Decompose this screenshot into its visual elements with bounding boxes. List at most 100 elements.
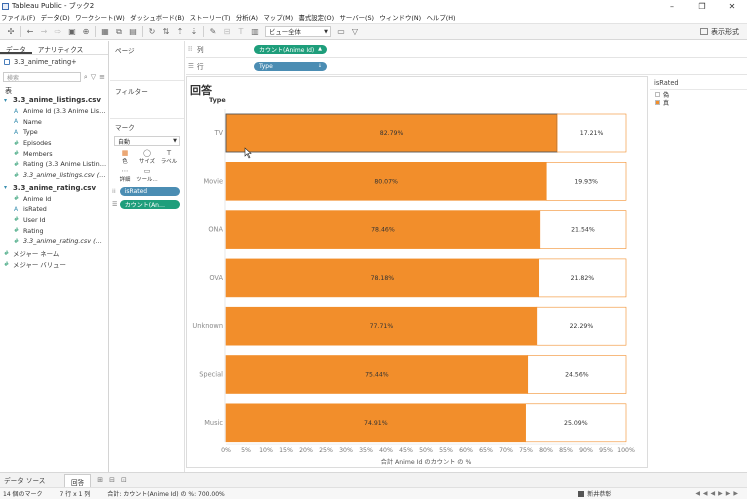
mark-type-value: 自動 (118, 138, 131, 146)
sort-ascending-icon[interactable]: ⇡ (173, 27, 187, 36)
search-input[interactable]: 検索 (3, 72, 81, 82)
bar-row-movie[interactable]: Movie 80.07% 19.93% (203, 162, 627, 201)
sort-descending-icon[interactable]: ⇣ (187, 27, 201, 36)
mark-type-select[interactable]: 自動 ▼ (114, 136, 180, 146)
table-name: 3.3_anime_rating.csv (13, 183, 97, 192)
rows-shelf[interactable]: ☰ 行 Type ↓ (186, 58, 747, 75)
field-item-anime-id-3-3-anime-lis[interactable]: A Anime Id (3.3 Anime Lis… (0, 106, 108, 117)
datasource-item[interactable]: 3.3_anime_rating+ (0, 55, 108, 68)
presentation-icon[interactable]: ▽ (348, 27, 362, 36)
forward-icon[interactable]: → (37, 27, 51, 36)
field-item-3-3-anime-listings-csv[interactable]: #3.3_anime_listings.csv (… (0, 170, 108, 181)
color-legend[interactable]: isRated 偽 真 (650, 76, 747, 116)
field-item-israted[interactable]: AisRated (0, 204, 108, 215)
bar-row-tv[interactable]: TV 82.79% 17.21% (213, 113, 627, 153)
view-options-icon[interactable]: ≡ (99, 73, 105, 81)
collapse-icon[interactable]: ▾ (4, 97, 13, 104)
fix-axes-icon[interactable]: ▥ (248, 27, 262, 36)
measure-item-1[interactable]: # メジャー バリュー (0, 259, 108, 270)
duplicate-sheet-icon[interactable]: ⧉ (112, 27, 126, 37)
field-item-user-id[interactable]: # User Id (0, 215, 108, 226)
field-label: Name (23, 117, 42, 126)
tooltip-icon: ▭ (143, 167, 151, 175)
menu-window[interactable]: ウィンドウ(N) (379, 13, 421, 22)
viz-area[interactable]: 0% 5% 10% 15% 20% 25% 30% 35% 40% 45% 50% 55% 60% 65%… (186, 76, 648, 468)
legend-item-true[interactable]: 真 (650, 98, 747, 107)
measure-field-icon: # (4, 261, 10, 269)
search-icon[interactable]: ⌕ (84, 73, 88, 82)
stacked-bar-chart[interactable]: 0% 5% 10% 15% 20% 25% 30% 35% 40% 45% 50% 55% 60% 65%… (187, 77, 649, 469)
bar-row-ova[interactable]: OVA 78.18% 21.82% (209, 258, 627, 298)
new-story-icon[interactable]: ⊡ (121, 476, 127, 484)
field-item-name[interactable]: A Name (0, 116, 108, 127)
bar-row-unknown[interactable]: Unknown 77.71% 22.29% (192, 306, 627, 346)
rows-pill[interactable]: Type ↓ (254, 61, 327, 71)
menu-data[interactable]: データ(D) (41, 13, 70, 22)
columns-shelf[interactable]: ⁞⁞ 列 カウント(Anime Id) ▲ (186, 41, 747, 58)
back-icon[interactable]: ← (23, 27, 37, 36)
sheet-nav-arrows[interactable]: ◀◀◀▶▶▶ (695, 490, 741, 497)
refresh-icon[interactable]: ↻ (145, 27, 159, 36)
menu-worksheet[interactable]: ワークシート(W) (75, 13, 125, 22)
redo-icon[interactable]: ⇨ (51, 27, 65, 36)
marks-detail-button[interactable]: ⋯ 詳細 (114, 167, 136, 183)
menu-map[interactable]: マップ(M) (263, 13, 293, 22)
menu-dashboard[interactable]: ダッシュボード(B) (130, 13, 184, 22)
marks-label-button[interactable]: T ラベル (158, 149, 180, 165)
filter-icon[interactable]: ▽ (91, 73, 96, 81)
table-item[interactable]: ▾ 3.3_anime_listings.csv (0, 95, 108, 106)
columns-shelf-label: 列 (197, 46, 204, 54)
swap-icon[interactable]: ⇅ (159, 27, 173, 36)
highlight-icon[interactable]: ✎ (206, 27, 220, 36)
datasource-tab[interactable]: データ ソース (0, 475, 64, 485)
collapse-icon[interactable]: ▾ (4, 184, 13, 191)
marks-pill-israted[interactable]: isRated (119, 187, 180, 196)
new-datasource-icon[interactable]: ⊕ (79, 27, 93, 36)
marks-tooltip-button[interactable]: ▭ ツール… (136, 167, 158, 183)
marks-pill-an[interactable]: カウント(An… (119, 200, 180, 209)
tableau-logo-icon[interactable]: ✣ (4, 27, 18, 36)
save-icon[interactable]: ▣ (65, 27, 79, 36)
field-item-rating-3-3-anime-listin[interactable]: # Rating (3.3 Anime Listin… (0, 159, 108, 170)
status-sum: 合計: カウント(Anime Id) の %: 700.00% (107, 491, 225, 498)
field-item-anime-id[interactable]: # Anime Id (0, 193, 108, 204)
menu-bar: ファイル(F) データ(D) ワークシート(W) ダッシュボード(B) ストーリ… (0, 12, 747, 23)
sheet-tabs: データ ソース 回答 ⊞ ⊟ ⊡ (0, 472, 747, 487)
view-select[interactable]: ビュー全体 ▼ (265, 26, 331, 37)
labels-icon[interactable]: T (234, 27, 248, 36)
tab-data[interactable]: データ (0, 41, 32, 54)
menu-file[interactable]: ファイル(F) (1, 13, 35, 22)
bar-row-music[interactable]: Music 74.91% 25.09% (204, 403, 627, 443)
field-item-type[interactable]: A Type (0, 127, 108, 138)
menu-analysis[interactable]: 分析(A) (236, 13, 258, 22)
new-dashboard-icon[interactable]: ⊟ (109, 476, 115, 484)
bar-row-special[interactable]: Special 75.44% 24.56% (199, 355, 627, 394)
tab-analytics[interactable]: アナリティクス (32, 41, 89, 54)
maximize-button[interactable]: ❐ (687, 2, 717, 11)
table-item[interactable]: ▾ 3.3_anime_rating.csv (0, 183, 108, 194)
menu-story[interactable]: ストーリー(T) (190, 13, 231, 22)
close-button[interactable]: ✕ (717, 2, 747, 11)
columns-pill[interactable]: カウント(Anime Id) ▲ (254, 44, 327, 54)
marks-size-button[interactable]: ◯ サイズ (136, 149, 158, 165)
marks-color-button[interactable]: ▦ 色 (114, 149, 136, 165)
group-icon[interactable]: ⊟ (220, 27, 234, 36)
x-tick-label: 40% (379, 447, 393, 454)
minimize-button[interactable]: – (657, 2, 687, 11)
menu-help[interactable]: ヘルプ(H) (427, 13, 456, 22)
new-sheet-icon[interactable]: ▦ (98, 27, 112, 36)
field-item-rating[interactable]: # Rating (0, 225, 108, 236)
user-menu[interactable]: 新井恭彰 (578, 489, 611, 498)
bar-row-ona[interactable]: ONA 78.46% 21.54% (208, 210, 627, 249)
clear-sheet-icon[interactable]: ▤ (126, 27, 140, 36)
show-me-button[interactable]: 表示形式 (700, 27, 739, 37)
field-item-members[interactable]: # Members (0, 148, 108, 159)
field-item-3-3-anime-rating-csv[interactable]: #3.3_anime_rating.csv (… (0, 236, 108, 247)
menu-server[interactable]: サーバー(S) (339, 13, 374, 22)
show-cards-icon[interactable]: ▭ (334, 27, 348, 36)
new-worksheet-icon[interactable]: ⊞ (97, 476, 103, 484)
measure-item-0[interactable]: # メジャー ネーム (0, 249, 108, 260)
sheet-tab[interactable]: 回答 (64, 473, 92, 487)
menu-format[interactable]: 書式設定(O) (299, 13, 335, 22)
field-item-episodes[interactable]: # Episodes (0, 138, 108, 149)
